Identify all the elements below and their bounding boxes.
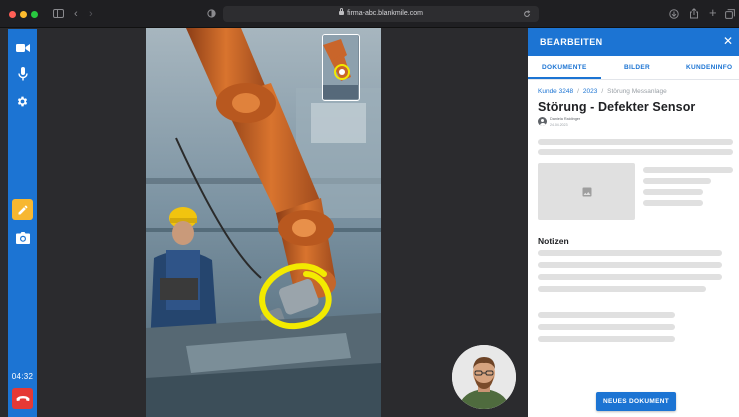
call-toolbar: 04:32 (8, 29, 37, 417)
edit-panel: BEARBEITEN ✕ DOKUMENTE BILDER KUNDENINFO… (528, 28, 739, 417)
skeleton-line (538, 149, 733, 155)
self-view-image (323, 35, 358, 99)
skeleton-line (538, 286, 706, 292)
share-icon[interactable] (689, 8, 699, 19)
microphone-icon (17, 66, 28, 80)
participant-photo (452, 345, 516, 409)
photo-camera-icon (15, 231, 30, 244)
reload-icon[interactable] (523, 10, 531, 18)
call-duration: 04:32 (11, 372, 34, 381)
notes-heading: Notizen (538, 236, 569, 246)
draw-pen-button[interactable] (12, 199, 33, 220)
breadcrumb-current: Störung Messanlage (607, 88, 667, 95)
settings-button[interactable] (12, 91, 33, 112)
video-camera-icon (15, 43, 30, 52)
author-date: 24.04.2023 (550, 123, 568, 127)
new-document-button[interactable]: NEUES DOKUMENT (596, 392, 676, 411)
browser-toolbar: ‹ › firma-abc.blankmile.com + (0, 0, 739, 28)
pen-icon (18, 205, 27, 214)
panel-header: BEARBEITEN ✕ (528, 28, 739, 56)
tab-bilder[interactable]: BILDER (624, 64, 650, 71)
skeleton-line (538, 250, 722, 256)
zoom-window-button[interactable] (31, 11, 38, 18)
phone-hangup-icon (16, 395, 29, 401)
back-icon[interactable]: ‹ (74, 7, 78, 21)
breadcrumb-customer[interactable]: Kunde 3248 (538, 88, 573, 95)
video-toggle-button[interactable] (12, 37, 33, 58)
author-name: Daniela Raidinger (550, 117, 581, 121)
tabs-divider (528, 79, 739, 80)
skeleton-line (538, 336, 675, 342)
skeleton-line (643, 189, 703, 195)
app-window: ‹ › firma-abc.blankmile.com + 04:32 BEAR… (0, 0, 739, 417)
minimize-window-button[interactable] (20, 11, 27, 18)
microphone-toggle-button[interactable] (12, 63, 33, 84)
privacy-icon[interactable] (207, 9, 216, 18)
tab-kundeninfo[interactable]: KUNDENINFO (686, 64, 732, 71)
new-tab-icon[interactable]: + (709, 6, 717, 20)
close-window-button[interactable] (9, 11, 16, 18)
skeleton-line (538, 312, 675, 318)
panel-title: BEARBEITEN (540, 37, 603, 47)
close-panel-icon[interactable]: ✕ (723, 35, 733, 47)
tabs-icon[interactable] (725, 9, 735, 19)
lock-icon (339, 8, 345, 15)
forward-icon[interactable]: › (89, 7, 93, 21)
skeleton-line (538, 262, 722, 268)
skeleton-line (538, 324, 675, 330)
skeleton-line (643, 167, 733, 173)
breadcrumb: Kunde 3248/2023/Störung Messanlage (538, 88, 667, 95)
breadcrumb-year[interactable]: 2023 (583, 88, 597, 95)
skeleton-line (643, 200, 703, 206)
tab-dokumente[interactable]: DOKUMENTE (542, 64, 587, 71)
address-bar[interactable]: firma-abc.blankmile.com (223, 6, 539, 22)
url-text: firma-abc.blankmile.com (347, 10, 423, 17)
participant-avatar[interactable] (452, 345, 516, 409)
skeleton-line (538, 139, 733, 145)
skeleton-line (643, 178, 711, 184)
hangup-button[interactable] (12, 388, 33, 409)
image-icon (582, 187, 591, 196)
snapshot-button[interactable] (12, 227, 33, 248)
document-title: Störung - Defekter Sensor (538, 100, 696, 114)
sidebar-icon[interactable] (53, 9, 64, 18)
self-view-preview[interactable] (322, 34, 360, 101)
skeleton-line (538, 274, 722, 280)
settings-gear-icon (17, 96, 28, 107)
image-placeholder (538, 163, 635, 220)
download-icon[interactable] (669, 9, 679, 19)
account-circle-icon (538, 117, 547, 126)
